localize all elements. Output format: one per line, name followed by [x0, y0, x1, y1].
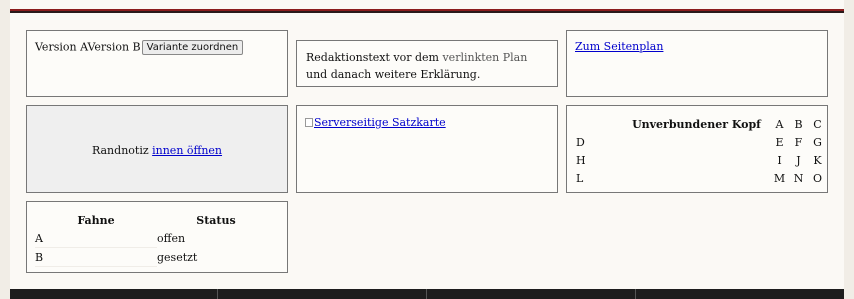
table-cell: J: [796, 153, 801, 167]
sitemap-link[interactable]: Zum Seitenplan: [575, 40, 663, 53]
top-border: [10, 0, 844, 14]
footer-bar: [10, 289, 844, 299]
table-cell: I: [777, 153, 782, 167]
flag-header: Fahne: [77, 213, 115, 227]
row-label: D: [576, 135, 585, 149]
unbound-header-card: Unverbundener Kopf A B C D E F G H I J K…: [566, 105, 828, 193]
table-cell: E: [775, 135, 784, 149]
top-dark-rule: [10, 11, 844, 13]
table-cell: C: [813, 117, 822, 131]
table-row: H I J K: [576, 151, 827, 169]
flag-status-table: Fahne Status A offen B gesetzt: [35, 211, 275, 267]
linked-plan-text[interactable]: verlinkten Plan: [442, 51, 527, 64]
status-cell: offen: [157, 231, 186, 245]
footer-divider: [426, 289, 427, 299]
version-b-label: Version B: [87, 40, 141, 54]
assign-variant-button[interactable]: Variante zuordnen: [141, 40, 244, 55]
server-map-image-link[interactable]: Serverseitige Satzkarte: [305, 116, 446, 129]
margin-note-text: Randnotiz: [91, 144, 153, 157]
row-label: H: [576, 153, 586, 167]
editorial-card: Redaktionstext vor dem verlinkten Plan u…: [296, 40, 558, 87]
unbound-header: Unverbundener Kopf: [632, 117, 761, 131]
editorial-text: Redaktionstext vor dem verlinkten Plan u…: [306, 51, 528, 81]
table-cell: M: [773, 171, 786, 185]
table-row: Unverbundener Kopf A B C: [576, 115, 827, 133]
table-row: Fahne Status: [35, 211, 275, 229]
unbound-table: Unverbundener Kopf A B C D E F G H I J K…: [576, 115, 827, 187]
flag-cell: B: [35, 247, 157, 267]
table-cell: B: [794, 117, 803, 131]
row-label: L: [576, 171, 584, 185]
table-cell: K: [813, 153, 822, 167]
flag-cell: A: [35, 229, 157, 248]
table-cell: N: [793, 171, 804, 185]
table-cell: O: [812, 171, 823, 185]
version-a-label: Version A: [35, 40, 88, 54]
flag-status-card: Fahne Status A offen B gesetzt: [26, 201, 288, 273]
table-row: B gesetzt: [35, 247, 275, 267]
status-cell: gesetzt: [157, 250, 198, 264]
table-row: L M N O: [576, 169, 827, 187]
table-row: D E F G: [576, 133, 827, 151]
table-cell: F: [794, 135, 803, 149]
margin-note-card: Randnotiz innen öffnen: [26, 105, 288, 193]
footer-divider: [635, 289, 636, 299]
image-card: Serverseitige Satzkarte: [296, 105, 558, 193]
status-header: Status: [196, 213, 236, 227]
table-row: A offen: [35, 229, 275, 248]
table-cell: A: [775, 117, 784, 131]
open-inside-link[interactable]: innen öffnen: [152, 144, 222, 157]
footer-divider: [217, 289, 218, 299]
variant-card: Version AVersion B Variante zuordnen: [26, 30, 288, 97]
sitemap-card: Zum Seitenplan: [566, 30, 828, 97]
image-alt-text: Serverseitige Satzkarte: [314, 116, 446, 129]
table-cell: G: [813, 135, 822, 149]
broken-image-icon: [305, 118, 313, 127]
